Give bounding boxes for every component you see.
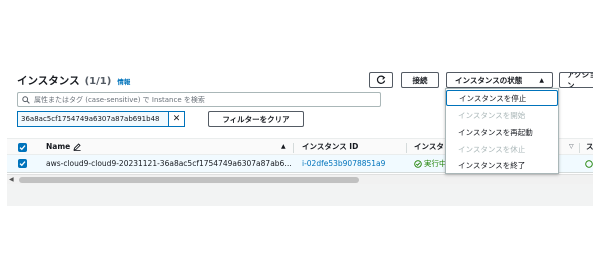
menu-item-reboot-instance[interactable]: インスタンスを再起動 — [446, 124, 558, 140]
check-circle-icon — [414, 159, 422, 168]
select-all-checkbox[interactable] — [18, 143, 27, 152]
instance-id-link[interactable]: i-02dfe53b9078851a9 — [302, 155, 385, 172]
selection-count: (1/1) — [84, 76, 112, 87]
check-icon — [19, 161, 26, 167]
scroll-left-icon[interactable]: ◀ — [9, 176, 14, 183]
filter-token-text: 36a8ac5cf1754749a6307a87ab691b48 — [17, 111, 169, 127]
caret-up-icon: ▲ — [539, 76, 544, 84]
clear-filter-button[interactable]: フィルターをクリア — [208, 111, 304, 127]
column-name[interactable]: Name — [46, 139, 81, 154]
instance-state-menu: インスタンスを停止 インスタンスを開始 インスタンスを再起動 インスタンスを休止… — [445, 88, 559, 174]
instance-state-text: 実行中 — [424, 159, 447, 168]
actions-button[interactable]: アクション — [559, 72, 593, 88]
menu-item-start-instance: インスタンスを開始 — [458, 110, 526, 120]
instance-name: aws-cloud9-cloud9-20231121-36a8ac5cf1754… — [46, 159, 292, 168]
search-icon — [22, 95, 30, 104]
column-name-label: Name — [46, 142, 71, 151]
row-checkbox[interactable] — [18, 159, 27, 168]
close-icon[interactable]: ✕ — [169, 111, 185, 127]
connect-button[interactable]: 接続 — [401, 72, 439, 88]
horizontal-scrollbar[interactable]: ◀ — [7, 174, 593, 184]
column-divider — [579, 143, 580, 153]
filter-down-icon[interactable]: ▽ — [569, 139, 574, 154]
column-instance-id[interactable]: インスタンス ID — [302, 139, 358, 154]
search-placeholder: 属性またはタグ (case-sensitive) で Instance を検索 — [34, 95, 205, 104]
details-pane-divider — [7, 184, 593, 206]
panel-header: インスタンス (1/1) 情報 — [17, 73, 130, 91]
page-title: インスタンス — [17, 75, 80, 87]
instance-state-button[interactable]: インスタンスの状態 ▲ — [446, 72, 553, 88]
filter-token: 36a8ac5cf1754749a6307a87ab691b48 ✕ — [17, 111, 185, 127]
check-icon — [19, 145, 26, 151]
column-divider — [293, 143, 294, 153]
info-link[interactable]: 情報 — [117, 76, 130, 86]
column-divider — [406, 143, 407, 153]
menu-item-terminate-instance[interactable]: インスタンスを終了 — [446, 157, 558, 173]
menu-item-hibernate-instance: インスタンスを休止 — [458, 144, 526, 154]
sort-ascending-icon[interactable]: ▲ — [281, 139, 286, 154]
status-check-icon — [585, 155, 593, 172]
scroll-thumb[interactable] — [19, 177, 359, 183]
edit-icon — [73, 142, 81, 151]
menu-item-stop-instance[interactable]: インスタンスを停止 — [446, 90, 558, 106]
refresh-button[interactable] — [369, 72, 393, 88]
search-input[interactable]: 属性またはタグ (case-sensitive) で Instance を検索 — [17, 92, 381, 107]
refresh-icon — [376, 75, 386, 84]
instance-state-label: インスタンスの状態 — [455, 75, 523, 85]
column-status-check[interactable]: ス — [586, 139, 593, 154]
